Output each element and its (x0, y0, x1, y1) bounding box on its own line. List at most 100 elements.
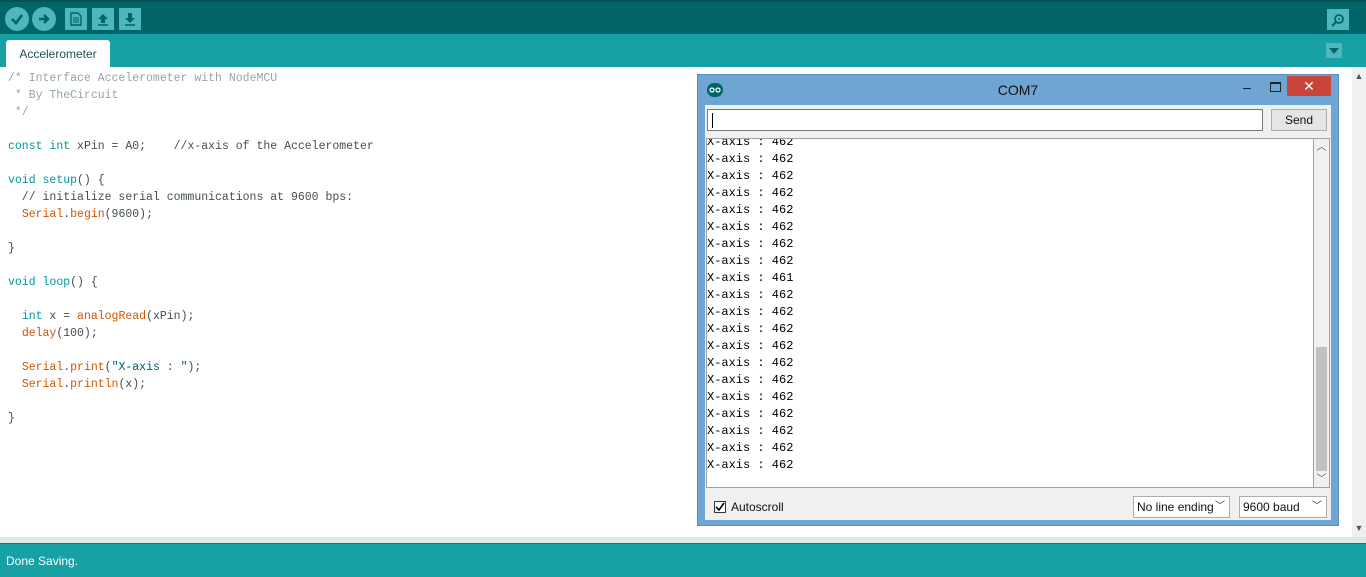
close-button[interactable]: ✕ (1287, 76, 1331, 96)
autoscroll-label: Autoscroll (731, 500, 784, 514)
code-line[interactable]: // initialize serial communications at 9… (8, 189, 374, 206)
code-line[interactable]: */ (8, 104, 374, 121)
output-line: X-axis : 462 (707, 186, 794, 200)
scroll-down-icon[interactable]: ﹀ (1314, 473, 1329, 487)
tab-accelerometer[interactable]: Accelerometer (6, 40, 110, 67)
code-line[interactable] (8, 393, 374, 410)
code-token: print (70, 361, 105, 374)
code-token: begin (70, 208, 105, 221)
upload-button[interactable] (32, 7, 56, 31)
output-line: X-axis : 462 (707, 254, 794, 268)
code-line[interactable]: /* Interface Accelerometer with NodeMCU (8, 70, 374, 87)
code-token: (9600); (104, 208, 153, 221)
code-line[interactable]: Serial.begin(9600); (8, 206, 374, 223)
text-caret (712, 113, 713, 128)
code-token: Serial (21, 378, 64, 391)
scroll-up-icon[interactable]: ▲ (1352, 69, 1366, 83)
code-line[interactable] (8, 155, 374, 172)
serial-options-bar: Autoscroll No line ending ﹀ 9600 baud ﹀ (705, 490, 1331, 520)
code-token: x = (42, 310, 78, 323)
baud-rate-select[interactable]: 9600 baud ﹀ (1239, 496, 1327, 518)
code-line[interactable]: } (8, 240, 374, 257)
code-line[interactable] (8, 257, 374, 274)
code-token: analogRead (77, 310, 147, 323)
tab-bar: Accelerometer (0, 34, 1366, 67)
code-line[interactable]: void loop() { (8, 274, 374, 291)
save-button[interactable] (119, 8, 141, 30)
code-line[interactable]: void setup() { (8, 172, 374, 189)
line-ending-select[interactable]: No line ending ﹀ (1133, 496, 1230, 518)
open-button[interactable] (92, 8, 114, 30)
output-line: X-axis : 462 (707, 322, 794, 336)
output-line: X-axis : 462 (707, 305, 794, 319)
code-token: } (8, 412, 15, 425)
output-line: X-axis : 462 (707, 138, 794, 149)
arrow-down-icon (125, 13, 135, 26)
autoscroll-checkbox[interactable] (714, 501, 726, 513)
serial-output[interactable]: X-axis : 462 X-axis : 462 X-axis : 462 X-ax… (706, 138, 1314, 488)
code-token: Serial (21, 361, 64, 374)
output-line: X-axis : 461 (707, 271, 794, 285)
chevron-down-icon: ﹀ (1312, 501, 1322, 512)
code-token: void (8, 174, 36, 187)
code-line[interactable]: int x = analogRead(xPin); (8, 308, 374, 325)
output-line: X-axis : 462 (707, 203, 794, 217)
output-line: X-axis : 462 (707, 390, 794, 404)
code-line[interactable]: delay(100); (8, 325, 374, 342)
code-line[interactable]: Serial.println(x); (8, 376, 374, 393)
output-line: X-axis : 462 (707, 458, 794, 472)
code-token: const (8, 140, 43, 153)
tab-menu-button[interactable] (1326, 43, 1342, 58)
scroll-up-icon[interactable]: ︿ (1314, 141, 1329, 155)
code-token: */ (8, 106, 29, 119)
output-line: X-axis : 462 (707, 152, 794, 166)
code-token: void (8, 276, 36, 289)
output-line: X-axis : 462 (707, 339, 794, 353)
code-line[interactable]: Serial.print("X-axis : "); (8, 359, 374, 376)
serial-input[interactable] (707, 109, 1263, 131)
editor-scrollbar[interactable]: ▲ ▼ (1352, 67, 1366, 537)
code-token: (x); (118, 378, 147, 391)
verify-button[interactable] (5, 7, 29, 31)
line-ending-value: No line ending (1137, 500, 1214, 514)
minimize-button[interactable]: – (1238, 80, 1256, 96)
send-button[interactable]: Send (1271, 109, 1327, 131)
scroll-down-icon[interactable]: ▼ (1352, 521, 1366, 535)
code-token: "X-axis : " (111, 361, 188, 374)
code-token: ); (187, 361, 202, 374)
new-sketch-button[interactable] (65, 8, 87, 30)
checkmark-icon (715, 502, 725, 512)
new-file-icon (70, 12, 82, 26)
serial-monitor-button[interactable] (1327, 9, 1349, 30)
code-text[interactable]: /* Interface Accelerometer with NodeMCU … (8, 70, 374, 427)
output-line: X-axis : 462 (707, 356, 794, 370)
scroll-thumb[interactable] (1316, 347, 1327, 471)
code-token: println (70, 378, 119, 391)
maximize-button[interactable] (1266, 79, 1284, 95)
code-line[interactable]: * By TheCircuit (8, 87, 374, 104)
code-line[interactable] (8, 291, 374, 308)
code-line[interactable] (8, 121, 374, 138)
code-token: xPin = A0; //x-axis of the Accelerometer (70, 140, 374, 153)
code-line[interactable] (8, 342, 374, 359)
code-token: ( (104, 361, 112, 374)
verify-icon (11, 14, 24, 25)
maximize-icon (1269, 82, 1281, 92)
code-line[interactable]: const int xPin = A0; //x-axis of the Acc… (8, 138, 374, 155)
toolbar (0, 0, 1366, 34)
code-token: Serial (21, 208, 64, 221)
code-line[interactable] (8, 223, 374, 240)
code-line[interactable]: } (8, 410, 374, 427)
serial-monitor-window: COM7 – ✕ Send X-axis : 462 X-axis : 462 X-… (697, 74, 1339, 526)
output-scrollbar[interactable]: ︿ ﹀ (1314, 138, 1330, 488)
status-message: Done Saving. (6, 554, 79, 568)
output-line: X-axis : 462 (707, 373, 794, 387)
code-token: loop (42, 276, 71, 289)
